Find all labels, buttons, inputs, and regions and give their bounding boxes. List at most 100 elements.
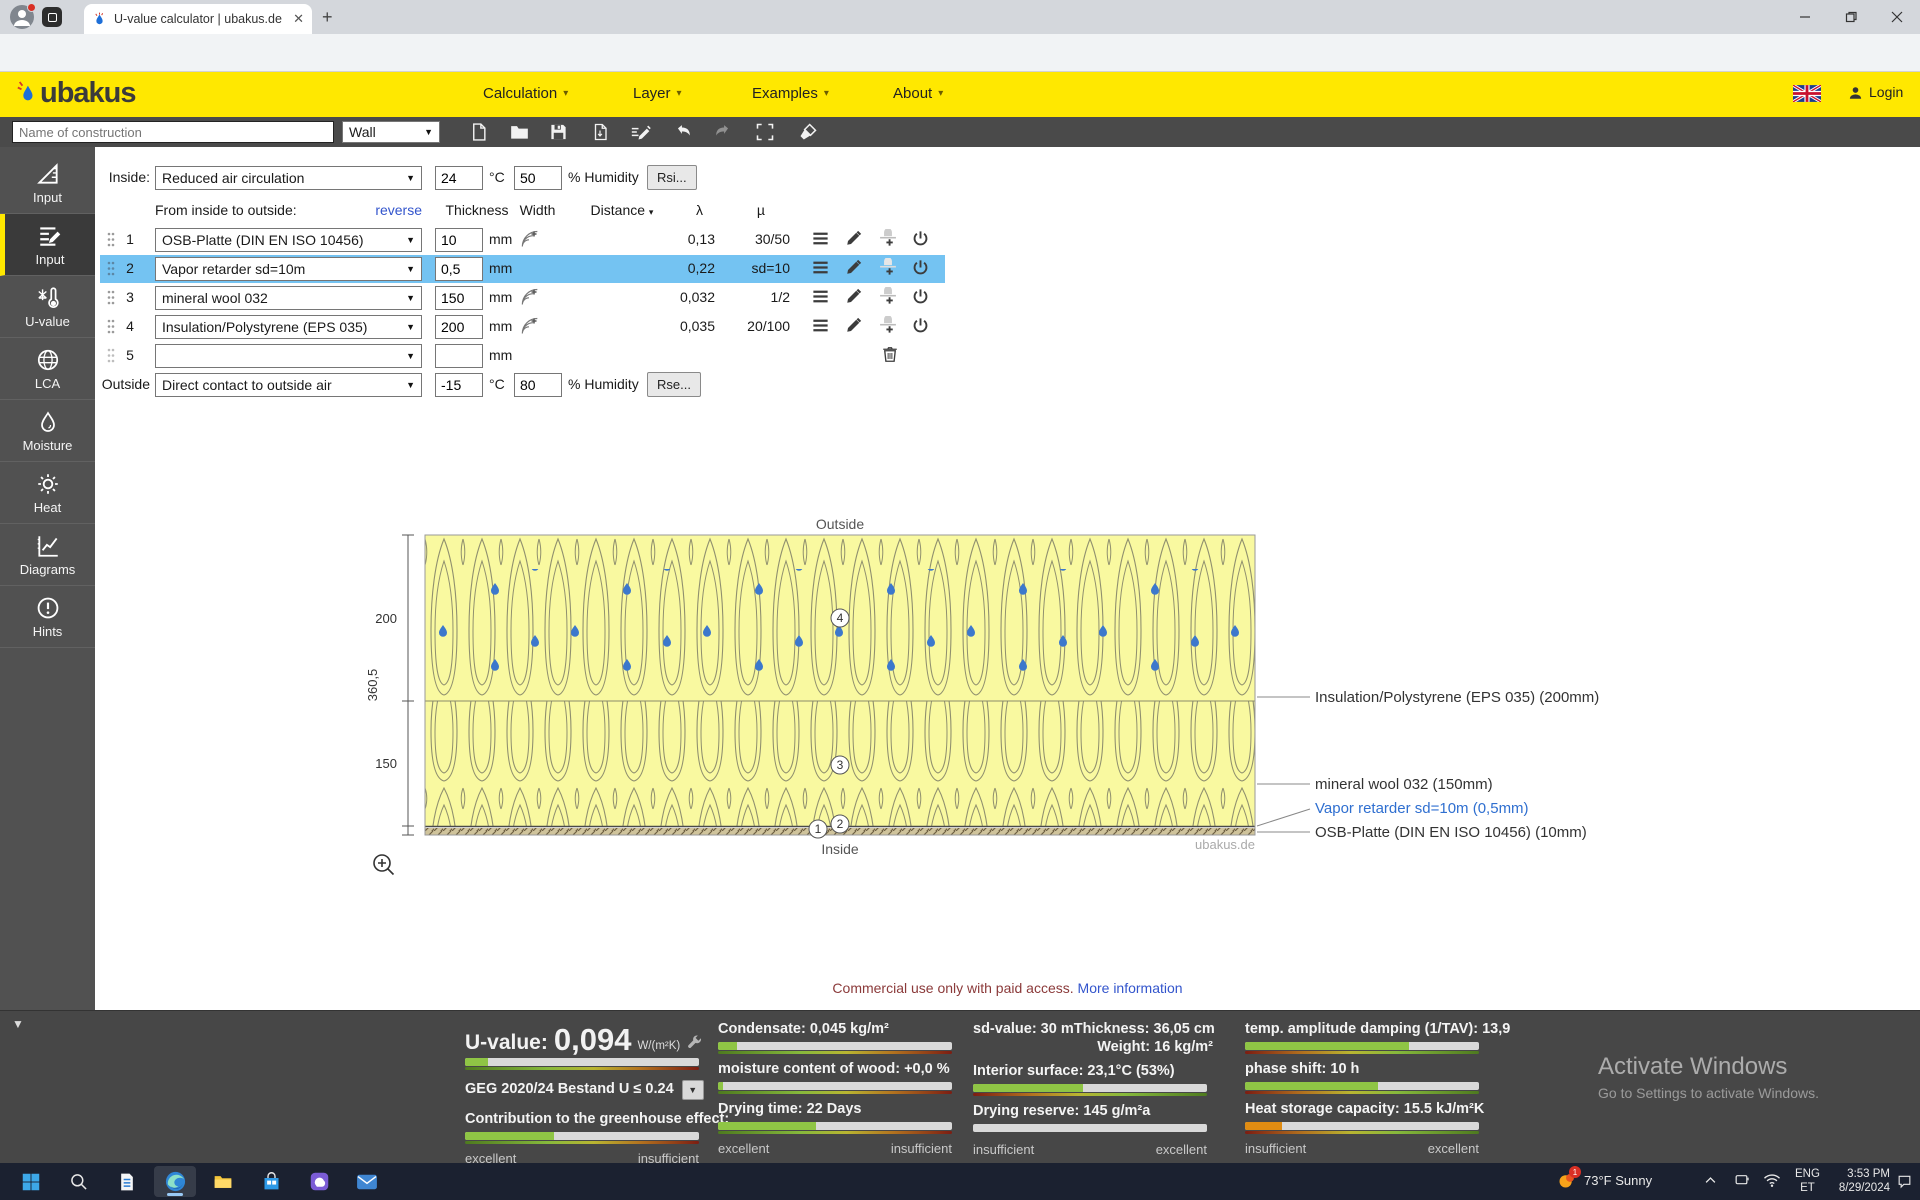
layer-insert-icon[interactable]: [877, 258, 899, 277]
window-close-button[interactable]: [1874, 0, 1920, 34]
collapse-results-icon[interactable]: ▼: [12, 1017, 24, 1031]
layer-edit-icon[interactable]: [845, 229, 863, 247]
sidebar-item-input-layers[interactable]: Input: [0, 214, 95, 276]
drag-handle-icon[interactable]: [107, 261, 115, 276]
material-select[interactable]: OSB-Platte (DIN EN ISO 10456)▼: [155, 228, 422, 252]
ubakus-logo[interactable]: ubakus: [16, 78, 136, 108]
layer-toggle-icon[interactable]: [911, 287, 930, 306]
wrench-icon[interactable]: [686, 1034, 703, 1051]
layer-toggle-icon[interactable]: [911, 316, 930, 335]
construction-name-input[interactable]: [12, 121, 334, 143]
sidebar-item-moisture[interactable]: Moisture: [0, 400, 95, 462]
layer-edit-icon[interactable]: [845, 258, 863, 276]
outside-condition-select[interactable]: Direct contact to outside air▼: [155, 373, 422, 397]
notification-icon[interactable]: [1896, 1173, 1913, 1189]
thickness-input[interactable]: [435, 286, 483, 310]
width-add-icon[interactable]: [519, 229, 539, 249]
sidebar-item-u-value[interactable]: U-value: [0, 276, 95, 338]
rse-button[interactable]: Rse...: [647, 372, 701, 397]
language-flag-icon[interactable]: [1793, 85, 1821, 102]
save-icon[interactable]: [549, 122, 568, 142]
drag-handle-icon[interactable]: [107, 232, 115, 247]
search-button[interactable]: [58, 1166, 100, 1197]
material-select[interactable]: ▼: [155, 344, 422, 368]
construction-type-select[interactable]: Wall▼: [342, 121, 440, 143]
redo-icon[interactable]: [712, 122, 733, 141]
tray-wifi-icon[interactable]: [1763, 1173, 1781, 1188]
marker-layer-4[interactable]: 4: [837, 611, 844, 625]
layer-insert-icon[interactable]: [877, 316, 899, 335]
label-osb[interactable]: OSB-Platte (DIN EN ISO 10456) (10mm): [1315, 824, 1587, 841]
layer-edit-icon[interactable]: [845, 287, 863, 305]
file-explorer-icon[interactable]: [202, 1166, 244, 1197]
thickness-input[interactable]: [435, 344, 483, 368]
fullscreen-icon[interactable]: [755, 122, 775, 142]
drag-handle-icon[interactable]: [107, 290, 115, 305]
inside-temperature-input[interactable]: [435, 166, 483, 190]
layer-menu-icon[interactable]: [811, 287, 830, 306]
start-button[interactable]: [10, 1166, 52, 1197]
sidebar-item-input-geometry[interactable]: Input: [0, 152, 95, 214]
label-vapor[interactable]: Vapor retarder sd=10m (0,5mm): [1315, 800, 1529, 817]
open-folder-icon[interactable]: [509, 122, 530, 142]
tray-overflow-icon[interactable]: [1703, 1173, 1718, 1188]
drag-handle-icon[interactable]: [107, 319, 115, 334]
undo-icon[interactable]: [673, 122, 694, 141]
layer-menu-icon[interactable]: [811, 258, 830, 277]
reverse-link[interactable]: reverse: [322, 202, 422, 218]
layer-menu-icon[interactable]: [811, 316, 830, 335]
marker-layer-1[interactable]: 1: [815, 822, 822, 836]
new-tab-button[interactable]: +: [322, 7, 333, 28]
layer-edit-icon[interactable]: [845, 316, 863, 334]
purple-app-icon[interactable]: [298, 1166, 340, 1197]
tab-close-icon[interactable]: ✕: [293, 11, 304, 27]
clear-brush-icon[interactable]: [798, 122, 818, 142]
material-select[interactable]: Vapor retarder sd=10m▼: [155, 257, 422, 281]
login-button[interactable]: Login: [1848, 84, 1903, 100]
layer-toggle-icon[interactable]: [911, 229, 930, 248]
width-add-icon[interactable]: [519, 287, 539, 307]
tray-clock[interactable]: 3:53 PM8/29/2024: [1828, 1167, 1890, 1195]
drag-handle-icon[interactable]: [107, 348, 115, 363]
thickness-input[interactable]: [435, 315, 483, 339]
outside-humidity-input[interactable]: [514, 373, 562, 397]
new-document-icon[interactable]: [469, 122, 488, 142]
sidebar-item-heat[interactable]: Heat: [0, 462, 95, 524]
layer-toggle-icon[interactable]: [911, 258, 930, 277]
sidebar-item-diagrams[interactable]: Diagrams: [0, 524, 95, 586]
inside-condition-select[interactable]: Reduced air circulation▼: [155, 166, 422, 190]
menu-examples[interactable]: Examples▾: [752, 85, 829, 102]
edge-browser-icon[interactable]: [154, 1166, 196, 1197]
layer-insert-icon[interactable]: [877, 229, 899, 248]
label-eps[interactable]: Insulation/Polystyrene (EPS 035) (200mm): [1315, 689, 1599, 706]
document-app-icon[interactable]: [106, 1166, 148, 1197]
menu-calculation[interactable]: Calculation▾: [483, 85, 568, 102]
mail-app-icon[interactable]: [346, 1166, 388, 1197]
zoom-in-icon[interactable]: [374, 855, 394, 875]
sign-edit-icon[interactable]: [630, 122, 652, 142]
store-icon[interactable]: [250, 1166, 292, 1197]
label-wool[interactable]: mineral wool 032 (150mm): [1315, 776, 1493, 793]
more-information-link[interactable]: More information: [1078, 980, 1183, 996]
thickness-input[interactable]: [435, 228, 483, 252]
marker-layer-2[interactable]: 2: [837, 817, 844, 831]
menu-about[interactable]: About▾: [893, 85, 943, 102]
sidebar-item-hints[interactable]: Hints: [0, 586, 95, 648]
window-restore-button[interactable]: [1828, 0, 1874, 34]
tray-device-icon[interactable]: [1733, 1173, 1750, 1189]
material-select[interactable]: mineral wool 032▼: [155, 286, 422, 310]
layer-insert-icon[interactable]: [877, 287, 899, 306]
delete-layer-icon[interactable]: [881, 345, 899, 364]
sidebar-item-lca[interactable]: LCA: [0, 338, 95, 400]
outside-temperature-input[interactable]: [435, 373, 483, 397]
inside-humidity-input[interactable]: [514, 166, 562, 190]
browser-profile-icon[interactable]: [10, 5, 34, 29]
browser-tab[interactable]: U-value calculator | ubakus.de ✕: [84, 4, 312, 34]
width-add-icon[interactable]: [519, 316, 539, 336]
rsi-button[interactable]: Rsi...: [647, 165, 697, 190]
weather-widget[interactable]: 1 73°F Sunny: [1556, 1170, 1652, 1191]
thickness-input[interactable]: [435, 257, 483, 281]
layer-menu-icon[interactable]: [811, 229, 830, 248]
window-minimize-button[interactable]: [1782, 0, 1828, 34]
marker-layer-3[interactable]: 3: [837, 758, 844, 772]
